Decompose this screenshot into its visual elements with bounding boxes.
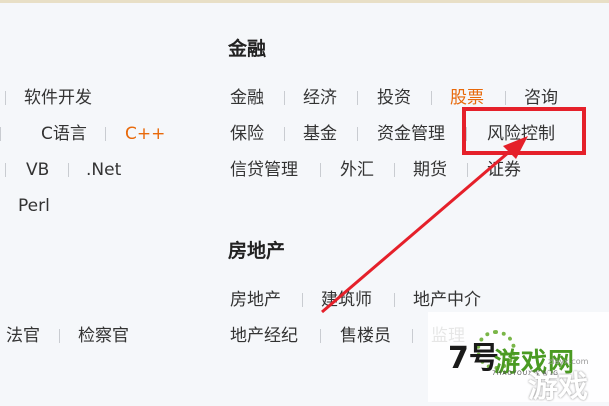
watermark-game-label: 游戏	[528, 370, 588, 405]
